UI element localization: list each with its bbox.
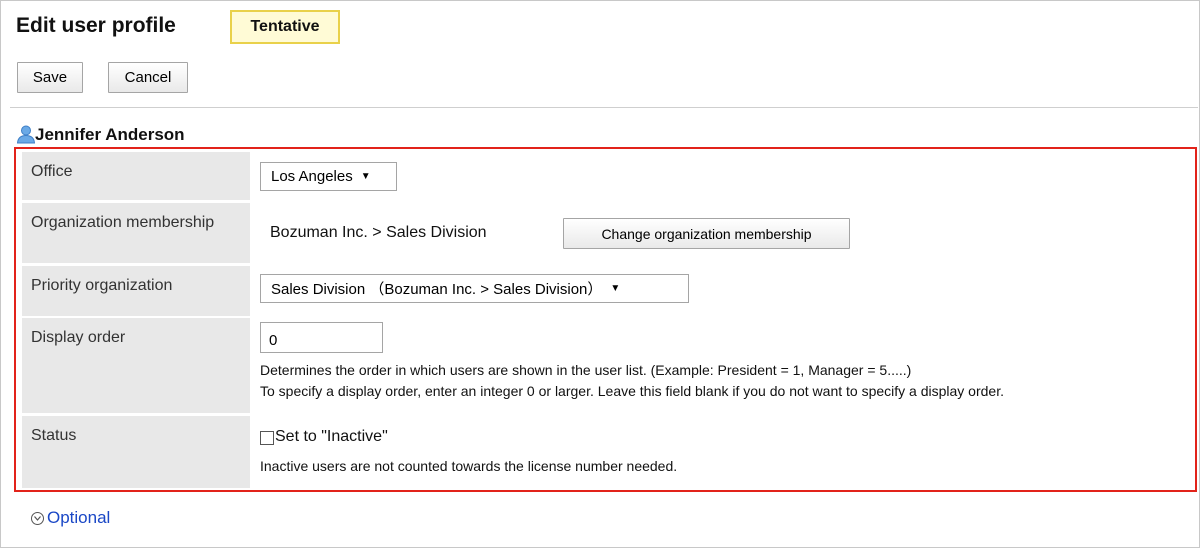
- inactive-checkbox[interactable]: [260, 431, 274, 445]
- user-icon: [16, 124, 36, 144]
- status-label: Status: [22, 416, 250, 488]
- page-title: Edit user profile: [16, 14, 176, 37]
- save-button[interactable]: Save: [17, 62, 83, 93]
- caret-down-icon: ▼: [360, 171, 371, 182]
- display-order-label: Display order: [22, 318, 250, 413]
- priority-organization-value: Sales Division （Bozuman Inc. > Sales Div…: [271, 281, 603, 298]
- display-order-help-2: To specify a display order, enter an int…: [260, 383, 1004, 399]
- office-select[interactable]: Los Angeles ▼: [260, 162, 397, 191]
- divider: [10, 107, 1198, 108]
- optional-link-label[interactable]: Optional: [47, 508, 110, 528]
- caret-down-icon: ▼: [610, 283, 621, 294]
- optional-link[interactable]: Optional: [31, 508, 110, 528]
- office-label: Office: [22, 152, 250, 200]
- priority-organization-label: Priority organization: [22, 266, 250, 316]
- status-help: Inactive users are not counted towards t…: [260, 458, 678, 474]
- organization-membership-value: Bozuman Inc. > Sales Division: [270, 224, 487, 241]
- status-badge: Tentative: [230, 10, 340, 44]
- display-order-help-1: Determines the order in which users are …: [260, 362, 912, 378]
- change-organization-membership-button[interactable]: Change organization membership: [563, 218, 850, 249]
- user-name: Jennifer Anderson: [35, 125, 185, 144]
- chevron-down-circle-icon: [31, 511, 44, 525]
- inactive-checkbox-label[interactable]: Set to "Inactive": [275, 428, 388, 446]
- cancel-button[interactable]: Cancel: [108, 62, 188, 93]
- organization-membership-label: Organization membership: [22, 203, 250, 263]
- priority-organization-select[interactable]: Sales Division （Bozuman Inc. > Sales Div…: [260, 274, 689, 303]
- office-value: Los Angeles: [271, 168, 353, 185]
- display-order-input[interactable]: [260, 322, 383, 353]
